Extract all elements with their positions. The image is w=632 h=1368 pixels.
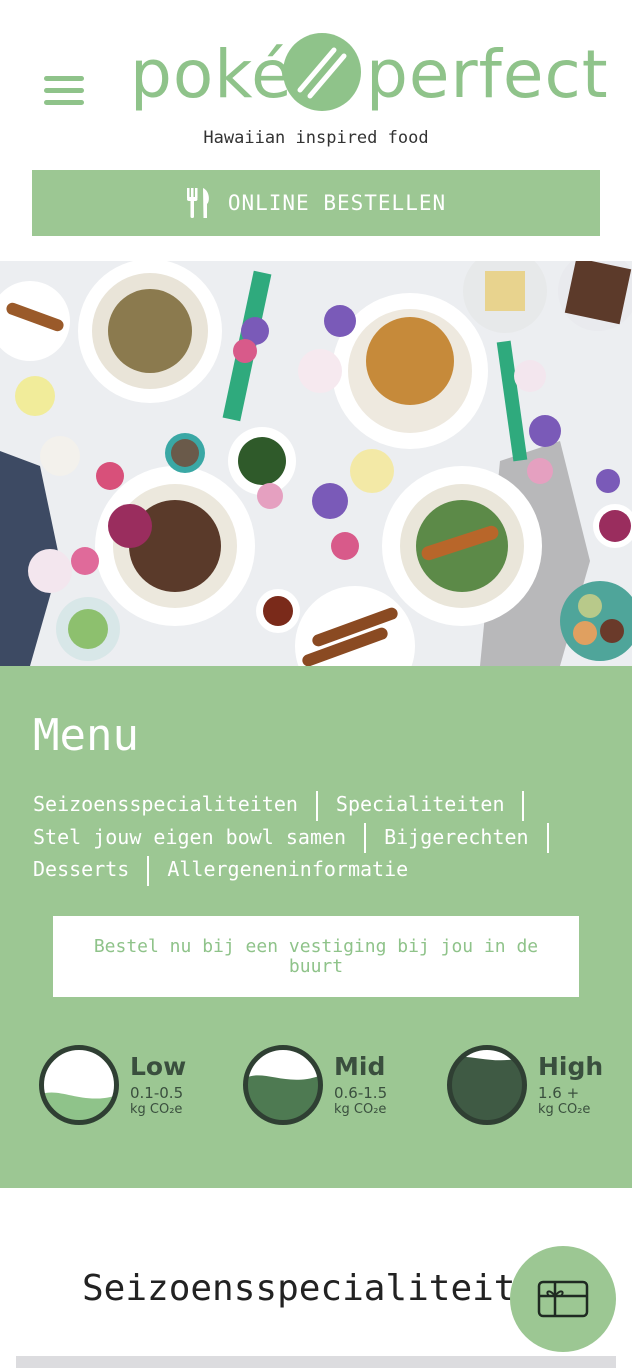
menu-link-seizoensspecialiteiten[interactable]: Seizoensspecialiteiten <box>33 792 298 816</box>
poke-bowls-illustration <box>0 261 632 666</box>
co2-high-level: High <box>538 1052 604 1081</box>
order-nearby-button[interactable]: Bestel nu bij een vestiging bij jou in d… <box>53 916 579 997</box>
co2-high-gauge-icon <box>447 1045 527 1125</box>
next-image-strip <box>16 1356 616 1368</box>
gift-card-button[interactable] <box>510 1246 616 1352</box>
logo[interactable]: poké perfect <box>130 26 610 122</box>
co2-low-level: Low <box>130 1052 187 1081</box>
menu-link-bijgerechten[interactable]: Bijgerechten <box>384 825 529 849</box>
separator <box>546 823 549 853</box>
hero-image <box>0 261 632 666</box>
chopsticks-logo-icon <box>283 33 361 111</box>
tagline: Hawaiian inspired food <box>203 128 429 148</box>
fork-knife-icon <box>186 188 209 218</box>
co2-low-gauge-icon <box>39 1045 119 1125</box>
co2-high-range: 1.6 + <box>538 1084 580 1102</box>
co2-low: Low 0.1-0.5 kg CO₂e <box>38 1044 228 1128</box>
co2-mid-unit: kg CO₂e <box>334 1102 387 1117</box>
menu-link-stel-jouw-eigen-bowl-samen[interactable]: Stel jouw eigen bowl samen <box>33 825 346 849</box>
co2-low-range: 0.1-0.5 <box>130 1084 184 1102</box>
separator <box>315 790 318 821</box>
co2-mid: Mid 0.6-1.5 kg CO₂e <box>242 1044 432 1128</box>
logo-text-left: poké <box>130 36 293 113</box>
co2-mid-range: 0.6-1.5 <box>334 1084 388 1102</box>
separator <box>522 790 525 821</box>
gift-card-icon <box>537 1280 589 1318</box>
co2-mid-gauge-icon <box>243 1045 323 1125</box>
menu-link-allergeneninformatie[interactable]: Allergeneninformatie <box>167 857 408 881</box>
co2-mid-level: Mid <box>334 1052 386 1081</box>
logo-text-right: perfect <box>366 36 609 113</box>
section-title: Seizoensspecialiteiten <box>82 1268 559 1309</box>
menu-links: Seizoensspecialiteiten Specialiteiten Ste… <box>33 788 603 886</box>
online-order-label: ONLINE BESTELLEN <box>227 191 447 215</box>
hamburger-icon[interactable] <box>44 76 84 106</box>
co2-low-unit: kg CO₂e <box>130 1102 183 1117</box>
menu-title: Menu <box>33 710 139 761</box>
co2-high-unit: kg CO₂e <box>538 1102 591 1117</box>
menu-section: Menu Seizoensspecialiteiten Specialiteite… <box>0 666 632 1188</box>
menu-link-desserts[interactable]: Desserts <box>33 857 129 881</box>
site-header: poké perfect Hawaiian inspired food ONLI… <box>0 0 632 260</box>
online-order-button[interactable]: ONLINE BESTELLEN <box>32 170 600 236</box>
separator <box>364 823 367 853</box>
co2-high: High 1.6 + kg CO₂e <box>446 1044 632 1128</box>
menu-link-specialiteiten[interactable]: Specialiteiten <box>336 792 505 816</box>
separator <box>147 855 150 886</box>
